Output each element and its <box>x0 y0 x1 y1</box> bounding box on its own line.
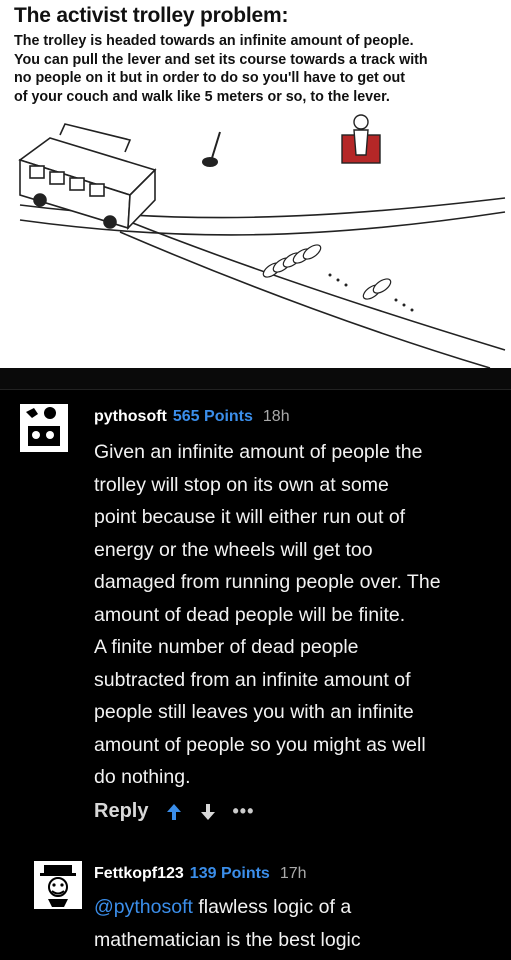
points-count: 139 Points <box>189 865 270 882</box>
comment-line: Given an infinite amount of people the <box>94 441 423 463</box>
trolley-illustration <box>18 114 506 368</box>
comment-line: amount of dead people will be finite. <box>94 603 406 626</box>
upvote-arrow-icon[interactable] <box>166 803 182 821</box>
points-count: 565 Points <box>172 408 253 425</box>
reply-button[interactable]: Reply <box>94 800 148 823</box>
meme-caption: The trolley is headed towards an infinit… <box>14 32 504 106</box>
meme-image: The activist trolley problem: The trolle… <box>0 0 511 368</box>
couch-person-icon <box>341 114 381 164</box>
comment-body: @pythosoft flawless logic of a mathemati… <box>94 891 361 956</box>
meme-title: The activist trolley problem: <box>14 4 289 27</box>
meme-caption-line: You can pull the lever and set its cours… <box>14 51 428 68</box>
meme-caption-line: The trolley is headed towards an infinit… <box>14 33 414 49</box>
comment-line: mathematician is the best logic <box>94 928 361 951</box>
username[interactable]: Fettkopf123 <box>94 865 184 882</box>
timestamp: 17h <box>279 865 307 882</box>
comment-body: Given an infinite amount of people the t… <box>94 436 441 794</box>
downvote-arrow-icon[interactable] <box>200 803 216 821</box>
comment-line: subtracted from an infinite amount of <box>94 668 411 691</box>
timestamp: 18h <box>262 408 290 425</box>
mention-link[interactable]: @pythosoft <box>94 896 193 918</box>
lever-icon <box>202 131 221 167</box>
comment-line: do nothing. <box>94 766 191 788</box>
comment-meta: pythosoft 565 Points 18h <box>94 408 290 426</box>
comment-line: amount of people so you might as well <box>94 733 426 756</box>
trolley-icon <box>18 123 157 231</box>
comment-line: A finite number of dead people <box>94 636 359 658</box>
comment-line: @pythosoft flawless logic of a <box>94 891 361 924</box>
comment-line: trolley will stop on its own at some <box>94 473 389 496</box>
meme-caption-line: no people on it but in order to do so yo… <box>14 70 405 86</box>
divider <box>0 368 511 390</box>
username[interactable]: pythosoft <box>94 408 167 425</box>
comment-actions: Reply ••• <box>94 800 254 823</box>
avatar[interactable] <box>20 404 68 452</box>
comment-line: damaged from running people over. The <box>94 571 441 593</box>
comment-meta: Fettkopf123 139 Points 17h <box>94 865 307 883</box>
comment-line: energy or the wheels will get too <box>94 538 373 561</box>
comment-line: point because it will either run out of <box>94 506 406 528</box>
comment-line: people still leaves you with an infinite <box>94 701 414 723</box>
more-options-icon[interactable]: ••• <box>232 801 254 822</box>
avatar[interactable] <box>34 861 82 909</box>
comment-text: flawless logic of a <box>192 896 352 918</box>
